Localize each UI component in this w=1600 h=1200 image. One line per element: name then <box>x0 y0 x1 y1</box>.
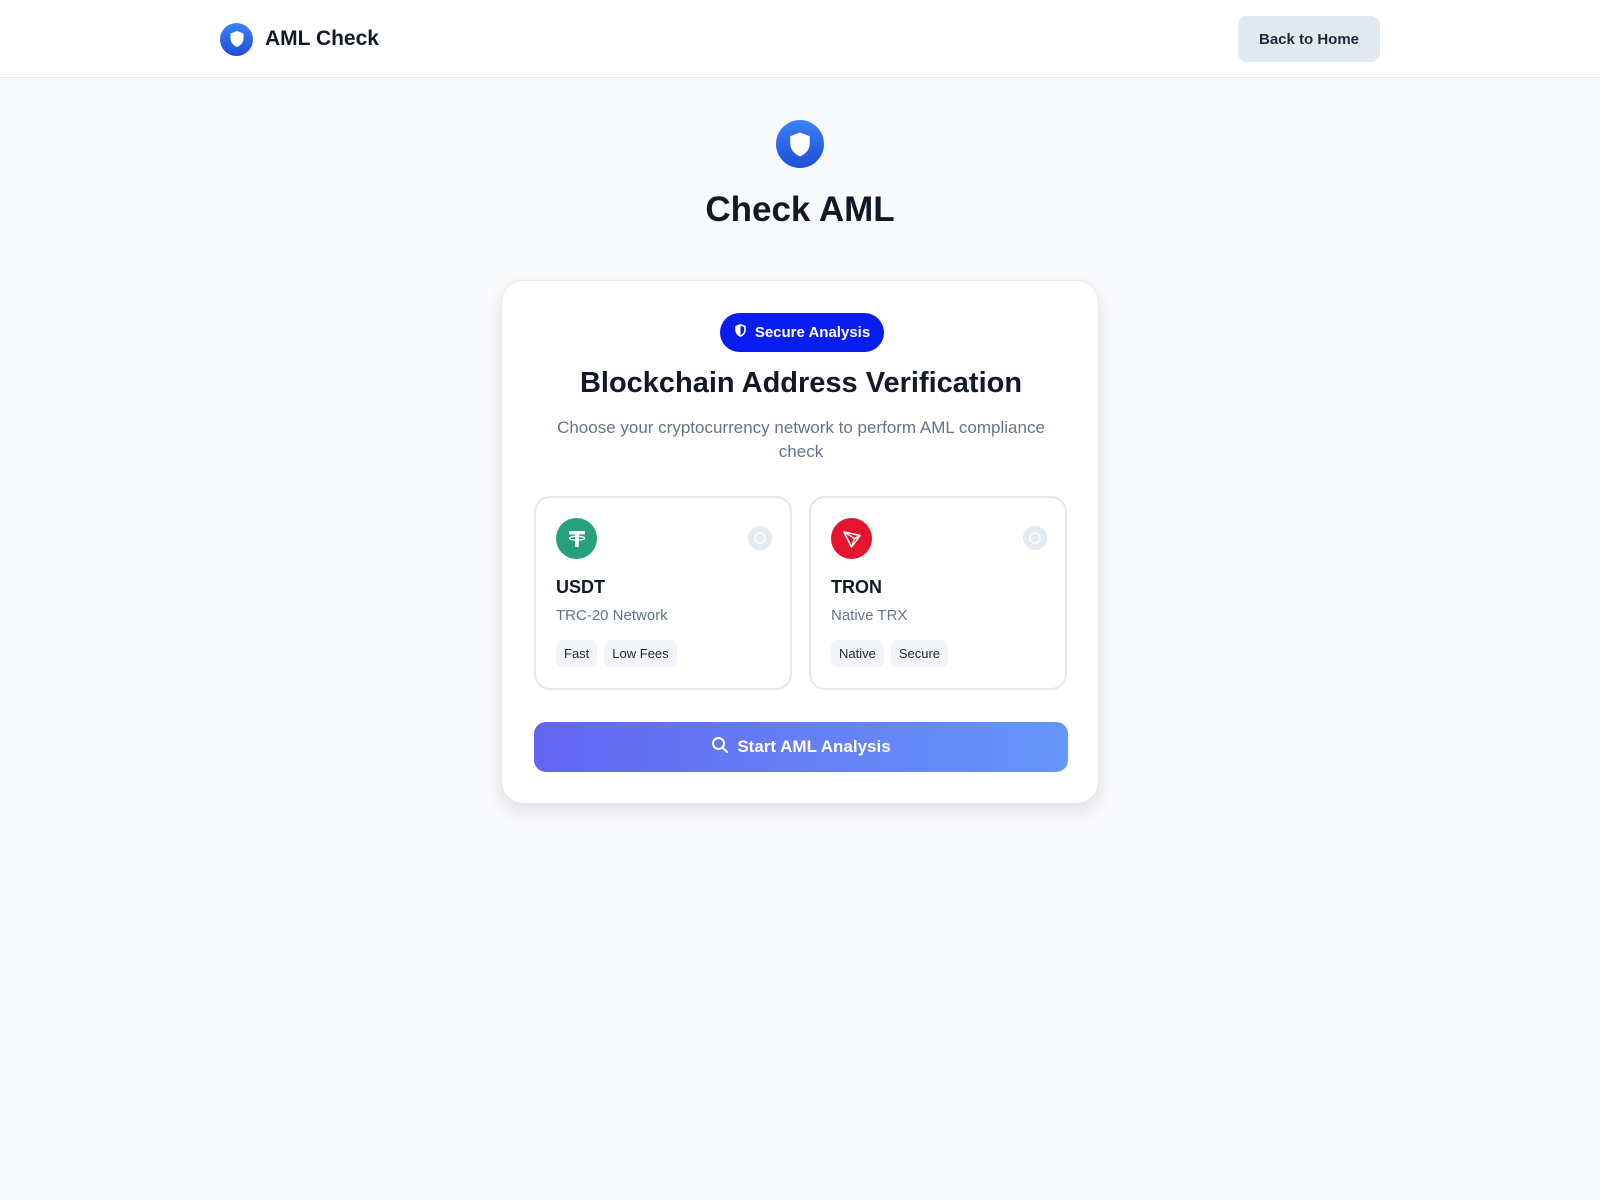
usdt-radio[interactable] <box>748 526 772 550</box>
card-subtitle: Choose your cryptocurrency network to pe… <box>557 418 1045 461</box>
badge-label: Secure Analysis <box>754 324 871 341</box>
brand[interactable]: AML Check <box>220 22 379 56</box>
shield-icon <box>734 323 747 342</box>
tag-low-fees: Low Fees <box>604 640 677 667</box>
top-header: AML Check Back to Home <box>0 0 1600 78</box>
shield-icon <box>220 22 253 56</box>
secure-analysis-badge: Secure Analysis <box>720 313 884 352</box>
option-tags: Native Secure <box>831 640 949 667</box>
back-to-home-button[interactable]: Back to Home <box>1238 16 1380 62</box>
search-icon <box>711 736 729 759</box>
shield-icon <box>776 120 824 168</box>
network-option-tron[interactable]: TRON Native TRX Native Secure <box>809 496 1067 690</box>
tron-radio[interactable] <box>1023 526 1047 550</box>
option-network: TRC-20 Network <box>556 607 668 624</box>
cta-label: Start AML Analysis <box>737 737 891 756</box>
start-aml-analysis-button[interactable]: Start AML Analysis <box>534 722 1068 772</box>
brand-name: AML Check <box>265 27 379 50</box>
network-option-usdt[interactable]: USDT TRC-20 Network Fast Low Fees <box>534 496 792 690</box>
tag-secure: Secure <box>890 640 949 667</box>
tag-fast: Fast <box>556 640 598 667</box>
tag-native: Native <box>831 640 884 667</box>
verification-card: Secure Analysis Blockchain Address Verif… <box>501 280 1099 804</box>
option-name: TRON <box>831 577 882 597</box>
option-tags: Fast Low Fees <box>556 640 677 667</box>
tether-icon <box>556 518 597 559</box>
option-name: USDT <box>556 577 605 597</box>
card-title: Blockchain Address Verification <box>579 367 1023 399</box>
option-network: Native TRX <box>831 607 908 624</box>
page-title: Check AML <box>705 190 895 229</box>
tron-icon <box>831 518 872 559</box>
